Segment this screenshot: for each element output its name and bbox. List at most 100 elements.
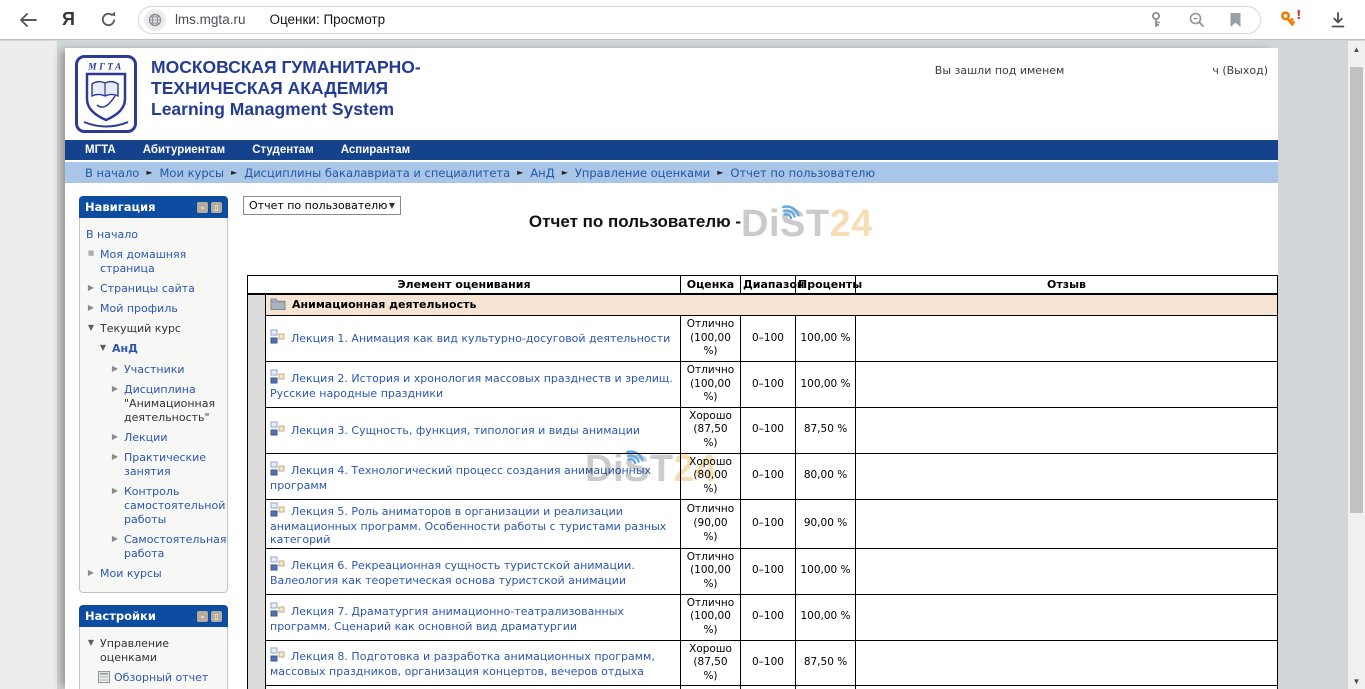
refresh-icon[interactable]	[99, 10, 118, 29]
table-row: Лекция 6. Рекреационная сущность туристс…	[248, 548, 1278, 594]
grade-item-link[interactable]: Лекция 6. Рекреационная сущность туристс…	[270, 559, 635, 587]
table-row: Лекция 2. История и хронология массовых …	[248, 361, 1278, 407]
report-icon	[98, 671, 110, 686]
nav-item-2[interactable]: Абитуриентам	[143, 144, 225, 156]
lesson-icon	[270, 369, 285, 387]
grade-item-cell: Лекция 5. Роль аниматоров в организации …	[266, 499, 681, 548]
collapse-block-icon[interactable]: –	[197, 611, 208, 622]
page-margin-left	[0, 41, 57, 689]
table-row: Лекция 4. Технологический процесс создан…	[248, 453, 1278, 499]
breadcrumb-item[interactable]: Управление оценками	[575, 166, 710, 180]
tree-collapsed-icon[interactable]: ▶	[110, 363, 120, 377]
folder-icon	[270, 297, 286, 313]
logout-link[interactable]: ч (Выход)	[1212, 64, 1268, 77]
sidebar-link[interactable]: Дисциплина "Анимационная деятельность"	[124, 383, 221, 425]
column-header-range: Диапазон	[741, 276, 796, 295]
scroll-up-arrow-icon[interactable]: ▲	[1348, 45, 1365, 54]
key-icon[interactable]	[1148, 11, 1164, 28]
lesson-icon	[270, 602, 285, 620]
sidebar-label: Управление оценками	[100, 637, 221, 665]
password-alert-icon[interactable]: !	[1279, 9, 1303, 30]
tree-expanded-icon[interactable]: ▼	[98, 342, 108, 356]
back-icon[interactable]	[18, 11, 38, 29]
grade-item-cell: Лекция 2. История и хронология массовых …	[266, 361, 681, 407]
range-cell: 0–100	[741, 499, 796, 548]
sidebar-link[interactable]: Участники	[124, 363, 185, 377]
sidebar-link[interactable]: Мои курсы	[100, 567, 162, 581]
settings-block-header: Настройки – ▯	[79, 605, 228, 627]
grade-item-link[interactable]: Лекция 4. Технологический процесс создан…	[270, 464, 651, 492]
sidebar-link[interactable]: Лекции	[124, 431, 167, 445]
login-info: Вы зашли под именемч (Выход)	[935, 64, 1268, 77]
breadcrumb-item[interactable]: АнД	[530, 166, 554, 180]
grade-item-cell: Лекция 8. Подготовка и разработка анимац…	[266, 640, 681, 686]
scroll-down-arrow-icon[interactable]: ▼	[1348, 677, 1365, 686]
sidebar-item: ▼Управление оценками	[84, 634, 223, 668]
grade-item-link[interactable]: Лекция 7. Драматургия анимационно-театра…	[270, 605, 624, 633]
download-icon[interactable]	[1329, 11, 1347, 29]
tree-collapsed-icon[interactable]: ▶	[110, 431, 120, 445]
sidebar-link[interactable]: Контроль самостоятельной работы	[124, 485, 225, 527]
tree-collapsed-icon[interactable]: ▶	[110, 383, 120, 425]
nav-item-1[interactable]: МГТА	[85, 144, 116, 156]
sidebar-link[interactable]: В начало	[86, 228, 138, 242]
sidebar-link[interactable]: Мой профиль	[100, 302, 178, 316]
lesson-icon	[270, 556, 285, 574]
breadcrumb-item[interactable]: В начало	[85, 166, 139, 180]
indent-gutter	[248, 548, 266, 594]
percent-cell: 90,00 %	[796, 499, 856, 548]
grade-cell: Отлично(100,00 %)	[681, 316, 741, 362]
navigation-block: Навигация – ▯ В начало■Моя домашняя стра…	[79, 196, 228, 593]
academy-logo: МГТА	[75, 55, 137, 137]
nav-item-3[interactable]: Студентам	[252, 144, 314, 156]
address-bar[interactable]: lms.mgta.ru Оценки: Просмотр	[138, 6, 1261, 34]
dock-block-icon[interactable]: ▯	[211, 611, 222, 622]
find-icon[interactable]	[1188, 11, 1205, 28]
tree-expanded-icon[interactable]: ▼	[86, 637, 96, 665]
sidebar-link[interactable]: Самостоятельная работа	[124, 533, 227, 561]
nav-item-4[interactable]: Аспирантам	[341, 144, 410, 156]
breadcrumb-item[interactable]: Дисциплины бакалавриата и специалитета	[244, 166, 510, 180]
sidebar-link[interactable]: Практические занятия	[124, 451, 221, 479]
grade-item-link[interactable]: Лекция 8. Подготовка и разработка анимац…	[270, 650, 655, 678]
tree-collapsed-icon[interactable]: ▶	[86, 567, 96, 581]
sidebar-label-extra: "Анимационная деятельность"	[124, 397, 215, 424]
tree-collapsed-icon[interactable]: ▶	[110, 485, 120, 527]
sidebar-link[interactable]: Страницы сайта	[100, 282, 195, 296]
grade-item-link[interactable]: Лекция 2. История и хронология массовых …	[270, 372, 673, 400]
yandex-logo[interactable]: Я	[62, 9, 75, 30]
grade-item-link[interactable]: Лекция 1. Анимация как вид культурно-дос…	[291, 332, 670, 345]
breadcrumb: В начало►Мои курсы►Дисциплины бакалавриа…	[65, 162, 1278, 183]
collapse-block-icon[interactable]: –	[197, 202, 208, 213]
percent-cell: 100,00 %	[796, 361, 856, 407]
sidebar-link[interactable]: АнД	[112, 342, 138, 356]
grade-cell: Отлично(100,00 %)	[681, 361, 741, 407]
column-header-feedback: Отзыв	[856, 276, 1278, 295]
breadcrumb-item[interactable]: Мои курсы	[160, 166, 225, 180]
browser-scrollbar[interactable]: ▲ ▼	[1348, 41, 1365, 689]
sidebar-link[interactable]: Обзорный отчет	[114, 671, 208, 686]
grade-cell: Хорошо(80,00 %)	[681, 453, 741, 499]
indent-gutter	[248, 594, 266, 640]
tree-collapsed-icon[interactable]: ▶	[110, 451, 120, 479]
breadcrumb-item[interactable]: Отчет по пользователю	[730, 166, 875, 180]
sidebar-item: ▶ Мой профиль	[84, 299, 223, 319]
indent-gutter	[248, 640, 266, 686]
tree-collapsed-icon[interactable]: ▶	[86, 302, 96, 316]
sidebar-link[interactable]: Моя домашняя страница	[100, 248, 221, 276]
grade-item-link[interactable]: Лекция 3. Сущность, функция, типология и…	[291, 424, 640, 437]
table-row: Лекция 3. Сущность, функция, типология и…	[248, 407, 1278, 453]
svg-text:!: !	[1296, 9, 1301, 22]
tree-collapsed-icon[interactable]: ▶	[86, 282, 96, 296]
bookmark-icon[interactable]	[1229, 12, 1242, 28]
url-text[interactable]: lms.mgta.ru	[175, 12, 246, 27]
percent-cell: 87,50 %	[796, 407, 856, 453]
tree-expanded-icon[interactable]: ▼	[86, 322, 96, 336]
dock-block-icon[interactable]: ▯	[211, 202, 222, 213]
lesson-icon	[270, 502, 285, 520]
scrollbar-thumb[interactable]	[1350, 67, 1363, 513]
tree-collapsed-icon[interactable]: ▶	[110, 533, 120, 561]
page-heading: Отчет по пользователю -	[345, 212, 925, 232]
grade-item-link[interactable]: Лекция 5. Роль аниматоров в организации …	[270, 505, 666, 546]
breadcrumb-separator-icon: ►	[517, 168, 523, 177]
